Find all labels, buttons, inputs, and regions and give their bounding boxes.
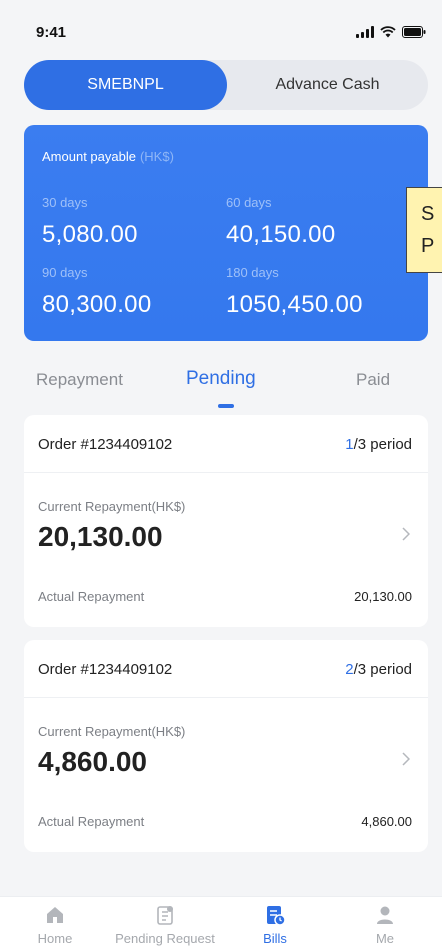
nav-home-label: Home [37,931,73,946]
chevron-right-icon[interactable] [402,752,411,771]
order-card[interactable]: Order #1234409102 1/3 period Current Rep… [24,415,428,627]
overlay-note: S P [406,187,442,273]
bottom-nav: Home Pending Request Bills Me [0,896,442,951]
nav-pending-request[interactable]: Pending Request [110,903,220,946]
actual-repayment-value: 20,130.00 [354,589,412,604]
home-icon [0,903,110,927]
tab-paid[interactable]: Paid [356,370,390,390]
nav-bills-label: Bills [263,931,287,946]
current-period: 2 [345,661,354,678]
chevron-right-icon[interactable] [402,527,411,546]
tab-smebnpl[interactable]: SMEBNPL [24,60,227,110]
status-bar: 9:41 [0,0,442,50]
nav-home[interactable]: Home [0,903,110,946]
status-time: 9:41 [36,24,67,41]
period-value-60: 40,150.00 [226,221,336,248]
order-period: 2/3 period [345,661,412,678]
period-label-90: 90 days [42,265,88,280]
actual-repayment-label: Actual Repayment [38,589,145,604]
bill-status-tabs: Repayment Pending Paid [0,360,442,410]
order-card[interactable]: Order #1234409102 2/3 period Current Rep… [24,640,428,852]
period-label-180: 180 days [226,265,279,280]
current-repayment-label: Current Repayment(HK$) [38,499,186,514]
user-icon [330,903,440,927]
amount-payable-unit: (HK$) [139,149,174,164]
current-repayment-label: Current Repayment(HK$) [38,724,186,739]
overlay-note-line2: P [421,235,435,257]
amount-payable-title: Amount payable (HK$) [42,149,174,164]
period-value-90: 80,300.00 [42,291,152,318]
amount-payable-label: Amount payable [42,149,136,164]
bills-icon [220,903,330,927]
status-icons [356,26,426,38]
order-number: Order #1234409102 [38,661,173,678]
nav-pending-request-label: Pending Request [115,931,215,946]
overlay-note-line1: S [421,203,435,225]
period-label-60: 60 days [226,195,272,210]
wifi-icon [380,26,396,38]
current-repayment-amount: 20,130.00 [38,521,163,552]
order-period: 1/3 period [345,436,412,453]
nav-bills[interactable]: Bills [220,903,330,946]
period-value-30: 5,080.00 [42,221,138,248]
battery-icon [402,26,426,38]
period-suffix: /3 period [353,661,412,678]
tab-pending[interactable]: Pending [186,368,256,390]
period-suffix: /3 period [353,436,412,453]
tab-indicator [218,404,234,408]
period-value-180: 1050,450.00 [226,291,363,318]
order-header: Order #1234409102 1/3 period [24,415,428,473]
order-number: Order #1234409102 [38,436,173,453]
nav-me-label: Me [375,931,395,946]
signal-icon [356,26,374,38]
tab-repayment[interactable]: Repayment [36,370,123,390]
amount-payable-card: Amount payable (HK$) 30 days 5,080.00 60 … [24,125,428,341]
product-toggle: SMEBNPL Advance Cash [24,60,428,110]
pending-request-icon [110,903,220,927]
period-label-30: 30 days [42,195,88,210]
actual-repayment-value: 4,860.00 [361,814,412,829]
current-period: 1 [345,436,354,453]
tab-advance-cash[interactable]: Advance Cash [227,60,428,110]
order-header: Order #1234409102 2/3 period [24,640,428,698]
nav-me[interactable]: Me [330,903,440,946]
actual-repayment-label: Actual Repayment [38,814,145,829]
current-repayment-amount: 4,860.00 [38,746,147,777]
